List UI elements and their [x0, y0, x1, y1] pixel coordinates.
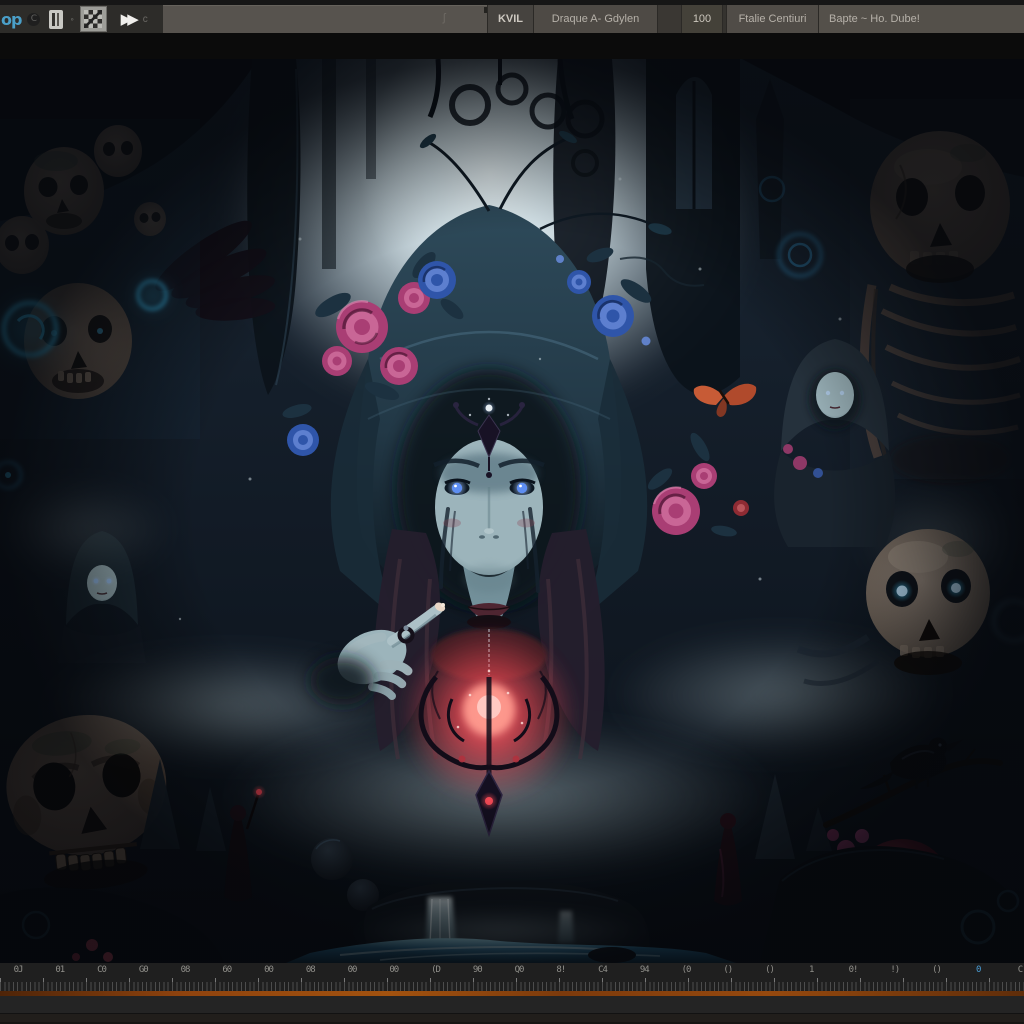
ruler-label: () [932, 965, 941, 975]
toolbar-field-gap [657, 5, 681, 33]
art-vignette [0, 59, 1024, 963]
document-panel-icon[interactable] [49, 10, 63, 29]
ruler-label: 08 [181, 965, 190, 975]
toolbar-field-draque[interactable]: Draque A- Gdylen [533, 5, 657, 33]
ruler-label: C0 [97, 965, 106, 975]
toolbar-field-ftalie[interactable]: Ftalie Centiuri [726, 5, 818, 33]
toolbar-left-group: op C ◦ ▶▶ c [0, 5, 163, 33]
ruler-label: 0J [14, 965, 23, 975]
ruler-label: (D [431, 965, 440, 975]
ruler-label: 1 [809, 965, 813, 975]
canvas-top-margin [0, 33, 1024, 59]
ruler-label: (0 [682, 965, 691, 975]
ruler-label: G0 [139, 965, 148, 975]
ruler-label: 90 [473, 965, 482, 975]
ruler-label: Q0 [515, 965, 524, 975]
faint-glyph: ʃ [443, 12, 445, 24]
ruler-label: C [1018, 965, 1022, 975]
ruler-label: 0 [976, 965, 980, 975]
top-toolbar: op C ◦ ▶▶ c ʃ KVIL Draque A- Gdylen 100 … [0, 0, 1024, 33]
toolbar-fields: KVIL Draque A- Gdylen 100 Ftalie Centiur… [487, 5, 1024, 33]
toolbar-middle-panel: ʃ [163, 5, 487, 33]
ruler-label: 60 [222, 965, 231, 975]
ruler-label: () [723, 965, 732, 975]
bottom-status-bar [0, 996, 1024, 1024]
ruler-label: !) [890, 965, 899, 975]
checkerboard-button[interactable] [80, 6, 107, 32]
toolbar-field-100[interactable]: 100 [681, 5, 722, 33]
app-wordmark: op [1, 10, 21, 29]
checkerboard-icon [84, 10, 102, 28]
toolbar-field-kvil[interactable]: KVIL [487, 5, 533, 33]
ruler-label: C4 [598, 965, 607, 975]
copyright-circle-icon[interactable]: C [27, 13, 40, 26]
search-icon[interactable]: ◦ [70, 14, 73, 24]
ruler-label: 01 [55, 965, 64, 975]
faint-c-mark: c [143, 14, 148, 25]
toolbar-field-bapte[interactable]: Bapte ~ Ho. Dube! [818, 5, 1024, 33]
artwork-svg [0, 59, 1024, 963]
bottom-lower-strip [0, 1014, 1024, 1024]
ruler-label: 08 [306, 965, 315, 975]
fast-forward-icon[interactable]: ▶▶ [121, 12, 134, 27]
artwork-canvas[interactable] [0, 59, 1024, 963]
ruler-label: 00 [389, 965, 398, 975]
ruler-label: () [765, 965, 774, 975]
ruler-label: 8! [556, 965, 565, 975]
ruler-label: 0! [849, 965, 858, 975]
ruler-label: 94 [640, 965, 649, 975]
ruler-bar: 0J01C0G0086000080000(D90Q08!C494(0()()10… [0, 963, 1024, 996]
ruler-label: 00 [264, 965, 273, 975]
ruler-minor-ticks[interactable] [0, 982, 1024, 991]
ruler-labels: 0J01C0G0086000080000(D90Q08!C494(0()()10… [0, 965, 1024, 977]
ruler-label: 00 [348, 965, 357, 975]
